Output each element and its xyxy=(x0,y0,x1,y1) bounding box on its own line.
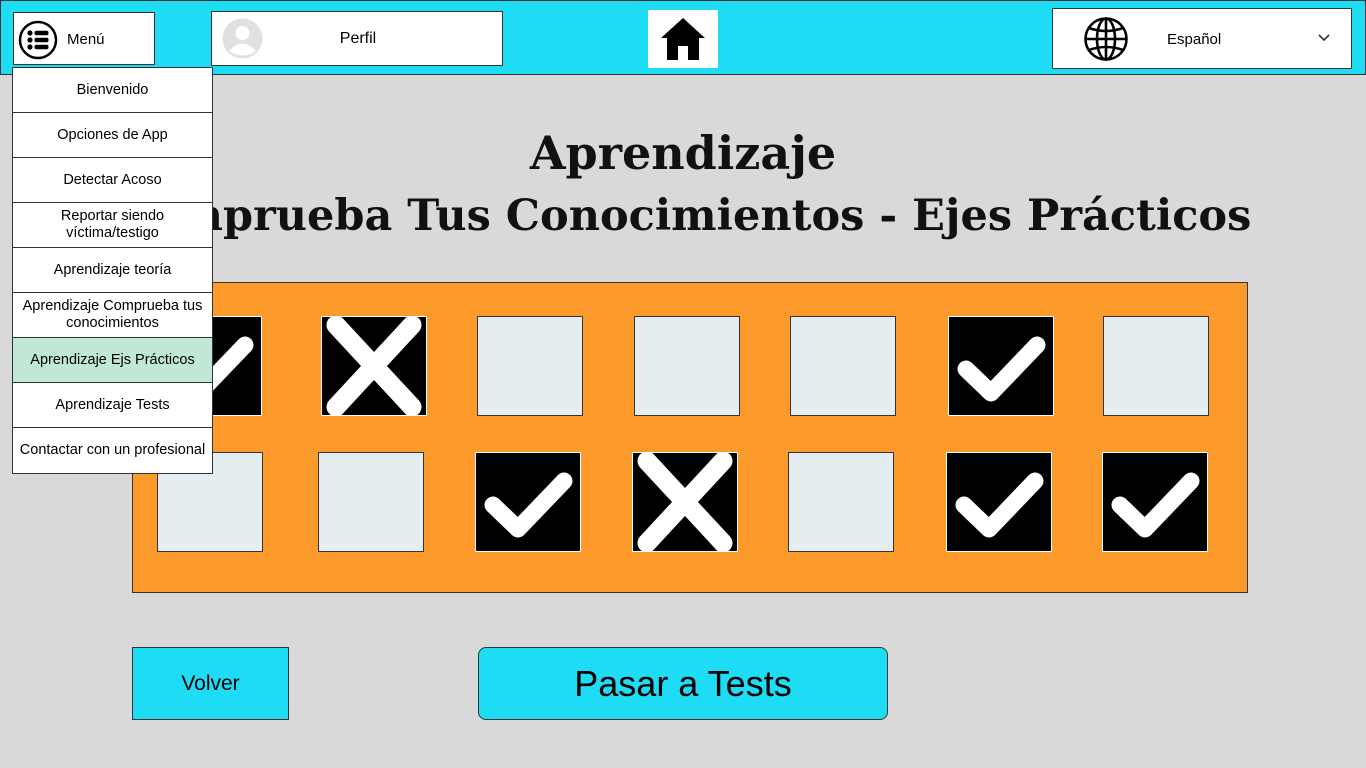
menu-item[interactable]: Aprendizaje Ejs Prácticos xyxy=(13,338,212,383)
go-to-tests-button[interactable]: Pasar a Tests xyxy=(478,647,888,720)
grid-cell-empty[interactable] xyxy=(790,316,896,416)
grid-cell-check[interactable] xyxy=(946,452,1052,552)
grid-cell-empty[interactable] xyxy=(788,452,894,552)
globe-icon xyxy=(1083,16,1129,67)
cross-icon xyxy=(326,317,422,415)
checkmark-icon xyxy=(957,336,1046,402)
menu-item[interactable]: Aprendizaje Comprueba tus conocimientos xyxy=(13,293,212,338)
profile-label: Perfil xyxy=(339,30,377,47)
checkmark-icon xyxy=(1111,472,1200,538)
grid-cell-empty[interactable] xyxy=(634,316,740,416)
checkmark-icon xyxy=(955,472,1044,538)
home-icon xyxy=(661,18,705,60)
grid-cell-empty[interactable] xyxy=(318,452,424,552)
grid-cell-check[interactable] xyxy=(475,452,581,552)
top-bar: Menú Perfil Español xyxy=(0,0,1366,75)
language-selector[interactable]: Español xyxy=(1052,8,1352,69)
grid-cell-empty[interactable] xyxy=(477,316,583,416)
menu-item[interactable]: Aprendizaje teoría xyxy=(13,248,212,293)
profile-button[interactable]: Perfil xyxy=(211,11,503,66)
back-button[interactable]: Volver xyxy=(132,647,289,720)
menu-item[interactable]: Opciones de App xyxy=(13,113,212,158)
cross-icon xyxy=(637,453,733,551)
language-label: Español xyxy=(1167,31,1222,48)
menu-item[interactable]: Reportar siendo víctima/testigo xyxy=(13,203,212,248)
chevron-down-icon xyxy=(1317,30,1331,49)
practice-board xyxy=(132,282,1248,593)
grid-cell-check[interactable] xyxy=(948,316,1054,416)
menu-item[interactable]: Contactar con un profesional xyxy=(13,428,212,473)
grid-cell-cross[interactable] xyxy=(321,316,427,416)
grid-cell-check[interactable] xyxy=(1102,452,1208,552)
menu-item[interactable]: Bienvenido xyxy=(13,68,212,113)
menu-label: Menú xyxy=(67,31,105,48)
menu-button[interactable]: Menú xyxy=(13,12,155,65)
grid-cell-empty[interactable] xyxy=(1103,316,1209,416)
home-button[interactable] xyxy=(648,10,718,68)
list-menu-icon xyxy=(18,20,58,60)
menu-dropdown: Bienvenido Opciones de App Detectar Acoso R… xyxy=(12,67,213,474)
menu-item[interactable]: Detectar Acoso xyxy=(13,158,212,203)
checkmark-icon xyxy=(484,472,573,538)
grid-cell-cross[interactable] xyxy=(632,452,738,552)
menu-item[interactable]: Aprendizaje Tests xyxy=(13,383,212,428)
